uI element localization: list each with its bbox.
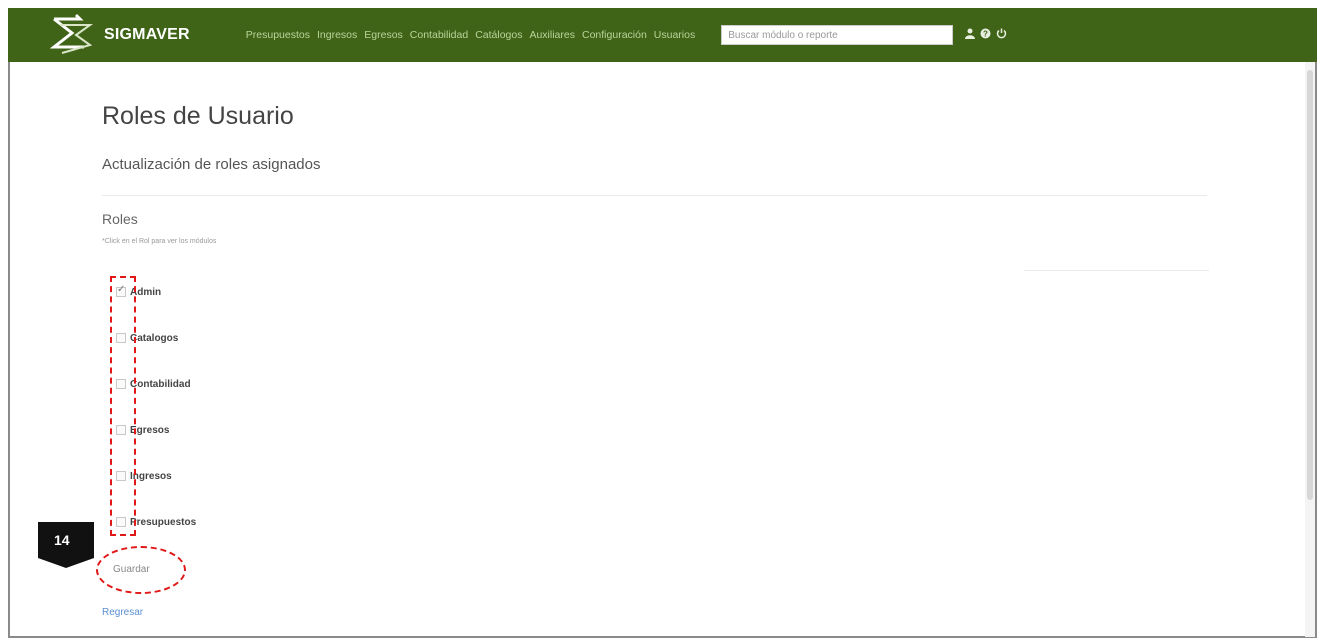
role-label: Contabilidad (130, 378, 191, 390)
menu-item-usuarios[interactable]: Usuarios (654, 29, 695, 41)
roles-hint: *Click en el Rol para ver los módulos (102, 238, 217, 245)
scrollbar[interactable] (1305, 62, 1315, 637)
annotation-dashed-rectangle (110, 276, 136, 536)
scrollbar-thumb[interactable] (1307, 70, 1313, 500)
top-navbar: SIGMAVER Presupuestos Ingresos Egresos C… (8, 8, 1317, 62)
menu-item-configuracion[interactable]: Configuración (582, 29, 647, 41)
role-label: Catalogos (130, 332, 179, 344)
role-label: Presupuestos (130, 516, 197, 528)
main-menu: Presupuestos Ingresos Egresos Contabilid… (246, 29, 695, 41)
save-button[interactable]: Guardar (113, 564, 150, 575)
step-number: 14 (54, 532, 70, 548)
nav-icons: ? (965, 28, 1007, 42)
roles-heading: Roles (102, 211, 138, 227)
sigmaver-logo-icon (50, 13, 94, 54)
menu-item-auxiliares[interactable]: Auxiliares (529, 29, 575, 41)
help-icon[interactable]: ? (980, 28, 991, 42)
menu-item-ingresos[interactable]: Ingresos (317, 29, 357, 41)
right-divider (1024, 270, 1209, 271)
menu-item-presupuestos[interactable]: Presupuestos (246, 29, 310, 41)
menu-item-egresos[interactable]: Egresos (364, 29, 403, 41)
menu-item-contabilidad[interactable]: Contabilidad (410, 29, 468, 41)
svg-text:?: ? (983, 30, 988, 39)
brand-name: SIGMAVER (104, 26, 190, 43)
page-title: Roles de Usuario (102, 102, 294, 130)
role-label: Ingresos (130, 470, 172, 482)
logout-icon[interactable] (996, 28, 1007, 42)
step-callout: 14 (38, 522, 94, 568)
brand[interactable]: SIGMAVER (50, 13, 190, 57)
menu-item-catalogos[interactable]: Catálogos (475, 29, 522, 41)
back-link[interactable]: Regresar (102, 607, 143, 618)
search-input[interactable] (721, 25, 954, 45)
user-icon[interactable] (965, 28, 976, 42)
section-divider (102, 195, 1207, 196)
page-subtitle: Actualización de roles asignados (102, 156, 321, 173)
